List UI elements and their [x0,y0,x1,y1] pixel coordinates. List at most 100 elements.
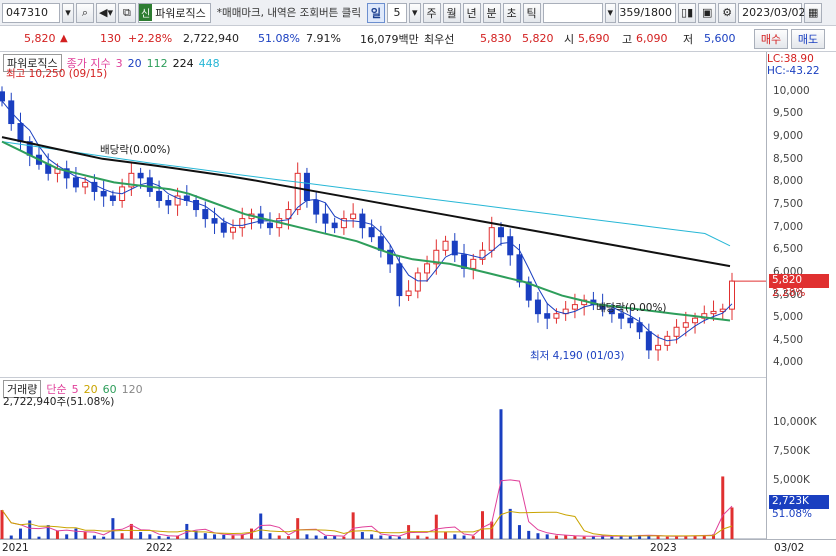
volume-bar [508,508,512,539]
high-price: 6,090 [636,32,668,45]
candle-body [72,177,79,188]
candle-body [211,218,218,224]
price-y-tick: 9,500 [773,107,804,120]
period-second-button[interactable]: 초 [502,2,521,23]
search-icon[interactable]: ⌕ [76,2,94,23]
candle-body [405,290,412,297]
best-bid-label: 최우선 [424,32,455,46]
candle-body [488,227,495,251]
ma-period-448: 448 [198,56,220,70]
candle-body [544,313,551,319]
ma112-line [1,140,731,322]
price-y-tick: 8,000 [773,175,804,188]
price-chart[interactable] [0,52,766,378]
candle-body [322,213,329,224]
period-day-button[interactable]: 일 [366,2,385,23]
volume-bar [527,530,531,539]
ma448-line [1,141,731,247]
x-label-2023: 2023 [650,542,677,554]
candle-body [368,227,375,238]
quote-row: 5,820 ▲ 130 +2.28% 2,722,940 51.08% 7.91… [0,26,836,52]
volume-bar [499,409,503,539]
candle-body [571,304,578,310]
volume-bar [481,511,485,539]
candle-body [230,227,237,233]
volume-bar [490,521,494,539]
trade-amount: 16,079백만 [360,32,419,46]
candle-body [442,240,449,251]
candle-body [294,172,301,211]
candle-body [17,123,24,143]
candle-body [710,310,717,315]
chart-type-icon[interactable]: ▯▮ [678,2,697,23]
period-value-input[interactable]: 5 [386,2,407,23]
period-dropdown-icon[interactable]: ▾ [408,2,421,23]
tick-dropdown-icon[interactable]: ▾ [604,2,617,23]
stock-name-field[interactable]: 신 파워로직스 [137,2,211,23]
vol-ma-period-120: 120 [121,382,143,396]
period-month-button[interactable]: 월 [442,2,461,23]
candle-body [692,317,699,324]
period-tick-button[interactable]: 틱 [522,2,541,23]
date-input[interactable]: 2023/03/02 [738,2,806,23]
dividend-annotation-top: 배당락(0.00%) [100,144,171,156]
volume-panel: 거래량 단순 5 20 60 120 2,722,940주(51.08%) 10… [0,378,836,539]
tick-unit-input[interactable] [542,2,603,23]
speaker-icon[interactable]: ◀▾ [96,2,116,23]
toolbar: 047310 ▾ ⌕ ◀▾ ⧉ 신 파워로직스 *매매마크, 내역은 조회버튼 … [0,0,836,26]
candle-body [636,322,643,333]
turnover-rate: 7.91% [306,32,341,45]
ma-period-3: 3 [115,56,123,70]
volume-current-pct: 51.08% [772,508,813,520]
candle-body [109,195,116,201]
price-y-tick: 9,000 [773,130,804,143]
calendar-icon[interactable]: ▦ [804,2,823,23]
volume-bar [434,514,438,539]
code-dropdown-icon[interactable]: ▾ [62,2,74,23]
candle-body [645,331,652,351]
candle-body [396,263,403,297]
candle-body [673,326,680,337]
volume-value: 2,722,940 [183,32,239,45]
hc-label: HC:-43.22 [767,65,820,77]
count-input[interactable]: 359/1800 [618,2,677,23]
link-icon[interactable]: ⧉ [117,2,136,23]
volume-bar [111,518,115,539]
period-week-button[interactable]: 주 [422,2,441,23]
settings-icon[interactable]: ⚙ [718,2,737,23]
change-percent: +2.28% [128,32,173,45]
candle-body [100,190,107,197]
candle-body [165,199,172,206]
candle-body [156,190,163,201]
candle-body [202,209,209,220]
price-y-tick: 4,500 [773,333,804,346]
volume-bar [0,510,4,539]
ma-period-224: 224 [172,56,194,70]
candle-body [424,263,431,274]
candle-body [266,222,273,229]
stock-code-input[interactable]: 047310 [2,2,60,23]
ma-period-20: 20 [127,56,142,70]
save-icon[interactable]: ▣ [698,2,717,23]
period-minute-button[interactable]: 분 [482,2,501,23]
candle-body [146,177,153,192]
candle-body [303,172,310,201]
volume-y-axis: 10,000K 7,500K 5,000K 2,723K 51.08% [766,378,836,539]
current-price: 5,820 [24,32,56,45]
price-panel: 파워로직스 종가 지수 3 20 112 224 448 최고 10,250 (… [0,52,836,378]
high-label: 고 [622,32,633,46]
x-axis: 2021 2022 2023 03/02 [0,539,836,556]
period-year-button[interactable]: 년 [462,2,481,23]
candle-body [0,91,5,102]
volume-chart[interactable] [0,378,766,539]
volume-bar [444,532,448,539]
sell-button[interactable]: 매도 [791,29,825,49]
buy-button[interactable]: 매수 [754,29,788,49]
up-arrow-icon: ▲ [60,33,68,44]
candle-body [516,254,523,283]
stock-code-value: 047310 [6,6,48,19]
lc-label: LC:38.90 [767,53,814,65]
open-label: 시 [564,32,575,46]
price-y-tick: 5,000 [773,311,804,324]
ma-period-112: 112 [146,56,168,70]
